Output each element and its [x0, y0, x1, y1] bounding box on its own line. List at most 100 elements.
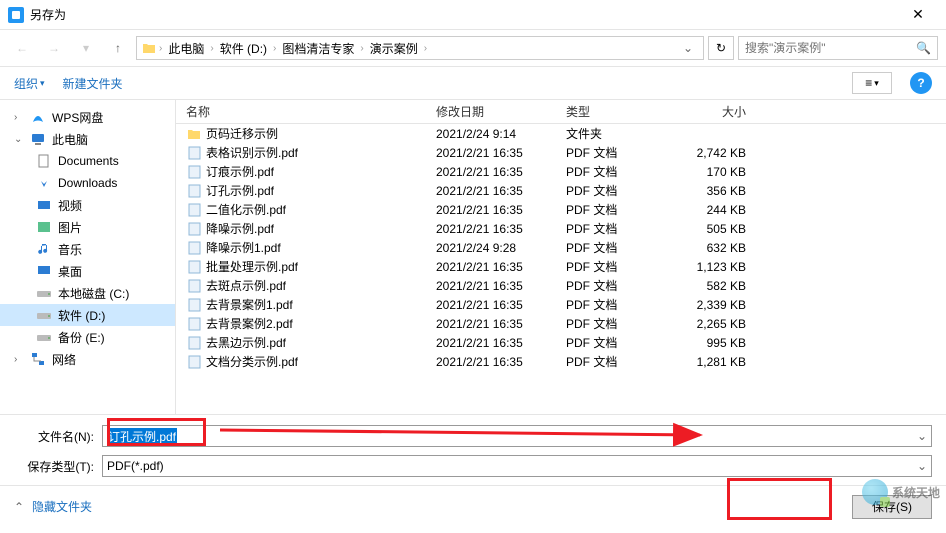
file-name: 文档分类示例.pdf [206, 355, 298, 369]
close-icon[interactable]: ✕ [898, 6, 938, 23]
wps-icon [30, 109, 46, 125]
window-title: 另存为 [30, 6, 898, 23]
tree-arrow-icon: › [14, 112, 24, 123]
file-type: PDF 文档 [556, 353, 656, 370]
file-row[interactable]: 降噪示例.pdf2021/2/21 16:35PDF 文档505 KB [176, 219, 946, 238]
up-button[interactable]: ↑ [104, 36, 132, 60]
save-button[interactable]: 保存(S) [852, 495, 932, 519]
sidebar-item[interactable]: ⌄此电脑 [0, 128, 175, 150]
sidebar-item[interactable]: 本地磁盘 (C:) [0, 282, 175, 304]
chevron-right-icon: › [424, 43, 427, 54]
toolbar: 组织 ▾ 新建文件夹 ≡▾ ? [0, 66, 946, 100]
net-icon [30, 351, 46, 367]
main-area: › WPS网盘 ⌄此电脑DocumentsDownloads 视频图片音乐桌面本地磁盘… [0, 100, 946, 414]
music-icon [36, 241, 52, 257]
forward-button[interactable]: → [40, 36, 68, 60]
file-row[interactable]: 二值化示例.pdf2021/2/21 16:35PDF 文档244 KB [176, 200, 946, 219]
sidebar-item[interactable]: 软件 (D:) [0, 304, 175, 326]
pdf-icon [186, 316, 202, 332]
col-name[interactable]: 名称 [176, 103, 426, 120]
crumb-3[interactable]: 演示案例 [366, 40, 422, 57]
crumb-1[interactable]: 软件 (D:) [216, 40, 271, 57]
sidebar-item[interactable]: Downloads [0, 172, 175, 194]
history-button[interactable]: ▾ [72, 36, 100, 60]
sidebar-item-label: 音乐 [58, 241, 82, 258]
sidebar-item[interactable]: 音乐 [0, 238, 175, 260]
file-name: 页码迁移示例 [206, 127, 278, 141]
breadcrumb[interactable]: › 此电脑 › 软件 (D:) › 图档清洁专家 › 演示案例 › ⌄ [136, 36, 704, 60]
footer: ⌃ 隐藏文件夹 保存(S) [0, 485, 946, 527]
file-name: 订痕示例.pdf [206, 165, 274, 179]
new-folder-button[interactable]: 新建文件夹 [63, 75, 123, 92]
file-row[interactable]: 订孔示例.pdf2021/2/21 16:35PDF 文档356 KB [176, 181, 946, 200]
file-size: 356 KB [656, 184, 766, 198]
hide-folders-link[interactable]: 隐藏文件夹 [32, 498, 92, 515]
view-options[interactable]: ≡▾ [852, 72, 892, 94]
file-row[interactable]: 去背景案例1.pdf2021/2/21 16:35PDF 文档2,339 KB [176, 295, 946, 314]
sidebar-item-label: 软件 (D:) [58, 307, 105, 324]
file-row[interactable]: 去黑边示例.pdf2021/2/21 16:35PDF 文档995 KB [176, 333, 946, 352]
file-date: 2021/2/21 16:35 [426, 184, 556, 198]
savetype-label: 保存类型(T): [14, 458, 94, 475]
col-size[interactable]: 大小 [656, 103, 766, 120]
sidebar: › WPS网盘 ⌄此电脑DocumentsDownloads 视频图片音乐桌面本地磁盘… [0, 100, 176, 414]
filename-value[interactable]: 订孔示例.pdf [107, 428, 177, 445]
col-type[interactable]: 类型 [556, 103, 656, 120]
sidebar-item-label: 视频 [58, 197, 82, 214]
pdf-icon [186, 259, 202, 275]
doc-icon [36, 153, 52, 169]
search-box[interactable]: 🔍 [738, 36, 938, 60]
sidebar-item[interactable]: 桌面 [0, 260, 175, 282]
file-row[interactable]: 订痕示例.pdf2021/2/21 16:35PDF 文档170 KB [176, 162, 946, 181]
file-date: 2021/2/21 16:35 [426, 317, 556, 331]
file-name: 订孔示例.pdf [206, 184, 274, 198]
help-button[interactable]: ? [910, 72, 932, 94]
tree-arrow-icon: ⌄ [14, 134, 24, 145]
search-input[interactable] [745, 41, 916, 55]
sidebar-item[interactable]: 视频 [0, 194, 175, 216]
file-row[interactable]: 页码迁移示例2021/2/24 9:14文件夹 [176, 124, 946, 143]
sidebar-item[interactable]: 备份 (E:) [0, 326, 175, 348]
file-size: 170 KB [656, 165, 766, 179]
file-date: 2021/2/24 9:14 [426, 127, 556, 141]
back-button[interactable]: ← [8, 36, 36, 60]
search-icon[interactable]: 🔍 [916, 41, 931, 55]
file-type: PDF 文档 [556, 296, 656, 313]
sidebar-item-label: WPS网盘 [52, 109, 103, 126]
chevron-down-icon[interactable]: ⌄ [917, 459, 927, 473]
file-size: 2,265 KB [656, 317, 766, 331]
sidebar-item[interactable]: 图片 [0, 216, 175, 238]
breadcrumb-dropdown[interactable]: ⌄ [677, 41, 699, 55]
navbar: ← → ▾ ↑ › 此电脑 › 软件 (D:) › 图档清洁专家 › 演示案例 … [0, 30, 946, 66]
pdf-icon [186, 221, 202, 237]
column-headers[interactable]: 名称 修改日期 类型 大小 [176, 100, 946, 124]
file-name: 去黑边示例.pdf [206, 336, 286, 350]
savetype-field[interactable]: PDF(*.pdf) ⌄ [102, 455, 932, 477]
crumb-2[interactable]: 图档清洁专家 [278, 40, 358, 57]
sidebar-item[interactable]: ›网络 [0, 348, 175, 370]
down-icon [36, 175, 52, 191]
file-row[interactable]: 批量处理示例.pdf2021/2/21 16:35PDF 文档1,123 KB [176, 257, 946, 276]
file-row[interactable]: 文档分类示例.pdf2021/2/21 16:35PDF 文档1,281 KB [176, 352, 946, 371]
file-size: 995 KB [656, 336, 766, 350]
crumb-0[interactable]: 此电脑 [164, 40, 208, 57]
file-date: 2021/2/21 16:35 [426, 165, 556, 179]
filename-field[interactable]: 订孔示例.pdf ⌄ [102, 425, 932, 447]
sidebar-item[interactable]: › WPS网盘 [0, 106, 175, 128]
refresh-button[interactable]: ↻ [708, 36, 734, 60]
col-date[interactable]: 修改日期 [426, 103, 556, 120]
chevron-down-icon[interactable]: ⌄ [917, 429, 927, 443]
file-type: PDF 文档 [556, 277, 656, 294]
sidebar-item[interactable]: Documents [0, 150, 175, 172]
file-row[interactable]: 降噪示例1.pdf2021/2/24 9:28PDF 文档632 KB [176, 238, 946, 257]
file-row[interactable]: 去背景案例2.pdf2021/2/21 16:35PDF 文档2,265 KB [176, 314, 946, 333]
file-type: PDF 文档 [556, 144, 656, 161]
file-list-body[interactable]: 页码迁移示例2021/2/24 9:14文件夹表格识别示例.pdf2021/2/… [176, 124, 946, 414]
pdf-icon [186, 164, 202, 180]
file-size: 244 KB [656, 203, 766, 217]
file-row[interactable]: 表格识别示例.pdf2021/2/21 16:35PDF 文档2,742 KB [176, 143, 946, 162]
expand-icon[interactable]: ⌃ [14, 500, 28, 514]
file-row[interactable]: 去斑点示例.pdf2021/2/21 16:35PDF 文档582 KB [176, 276, 946, 295]
organize-menu[interactable]: 组织 ▾ [14, 75, 45, 92]
sidebar-item-label: 桌面 [58, 263, 82, 280]
